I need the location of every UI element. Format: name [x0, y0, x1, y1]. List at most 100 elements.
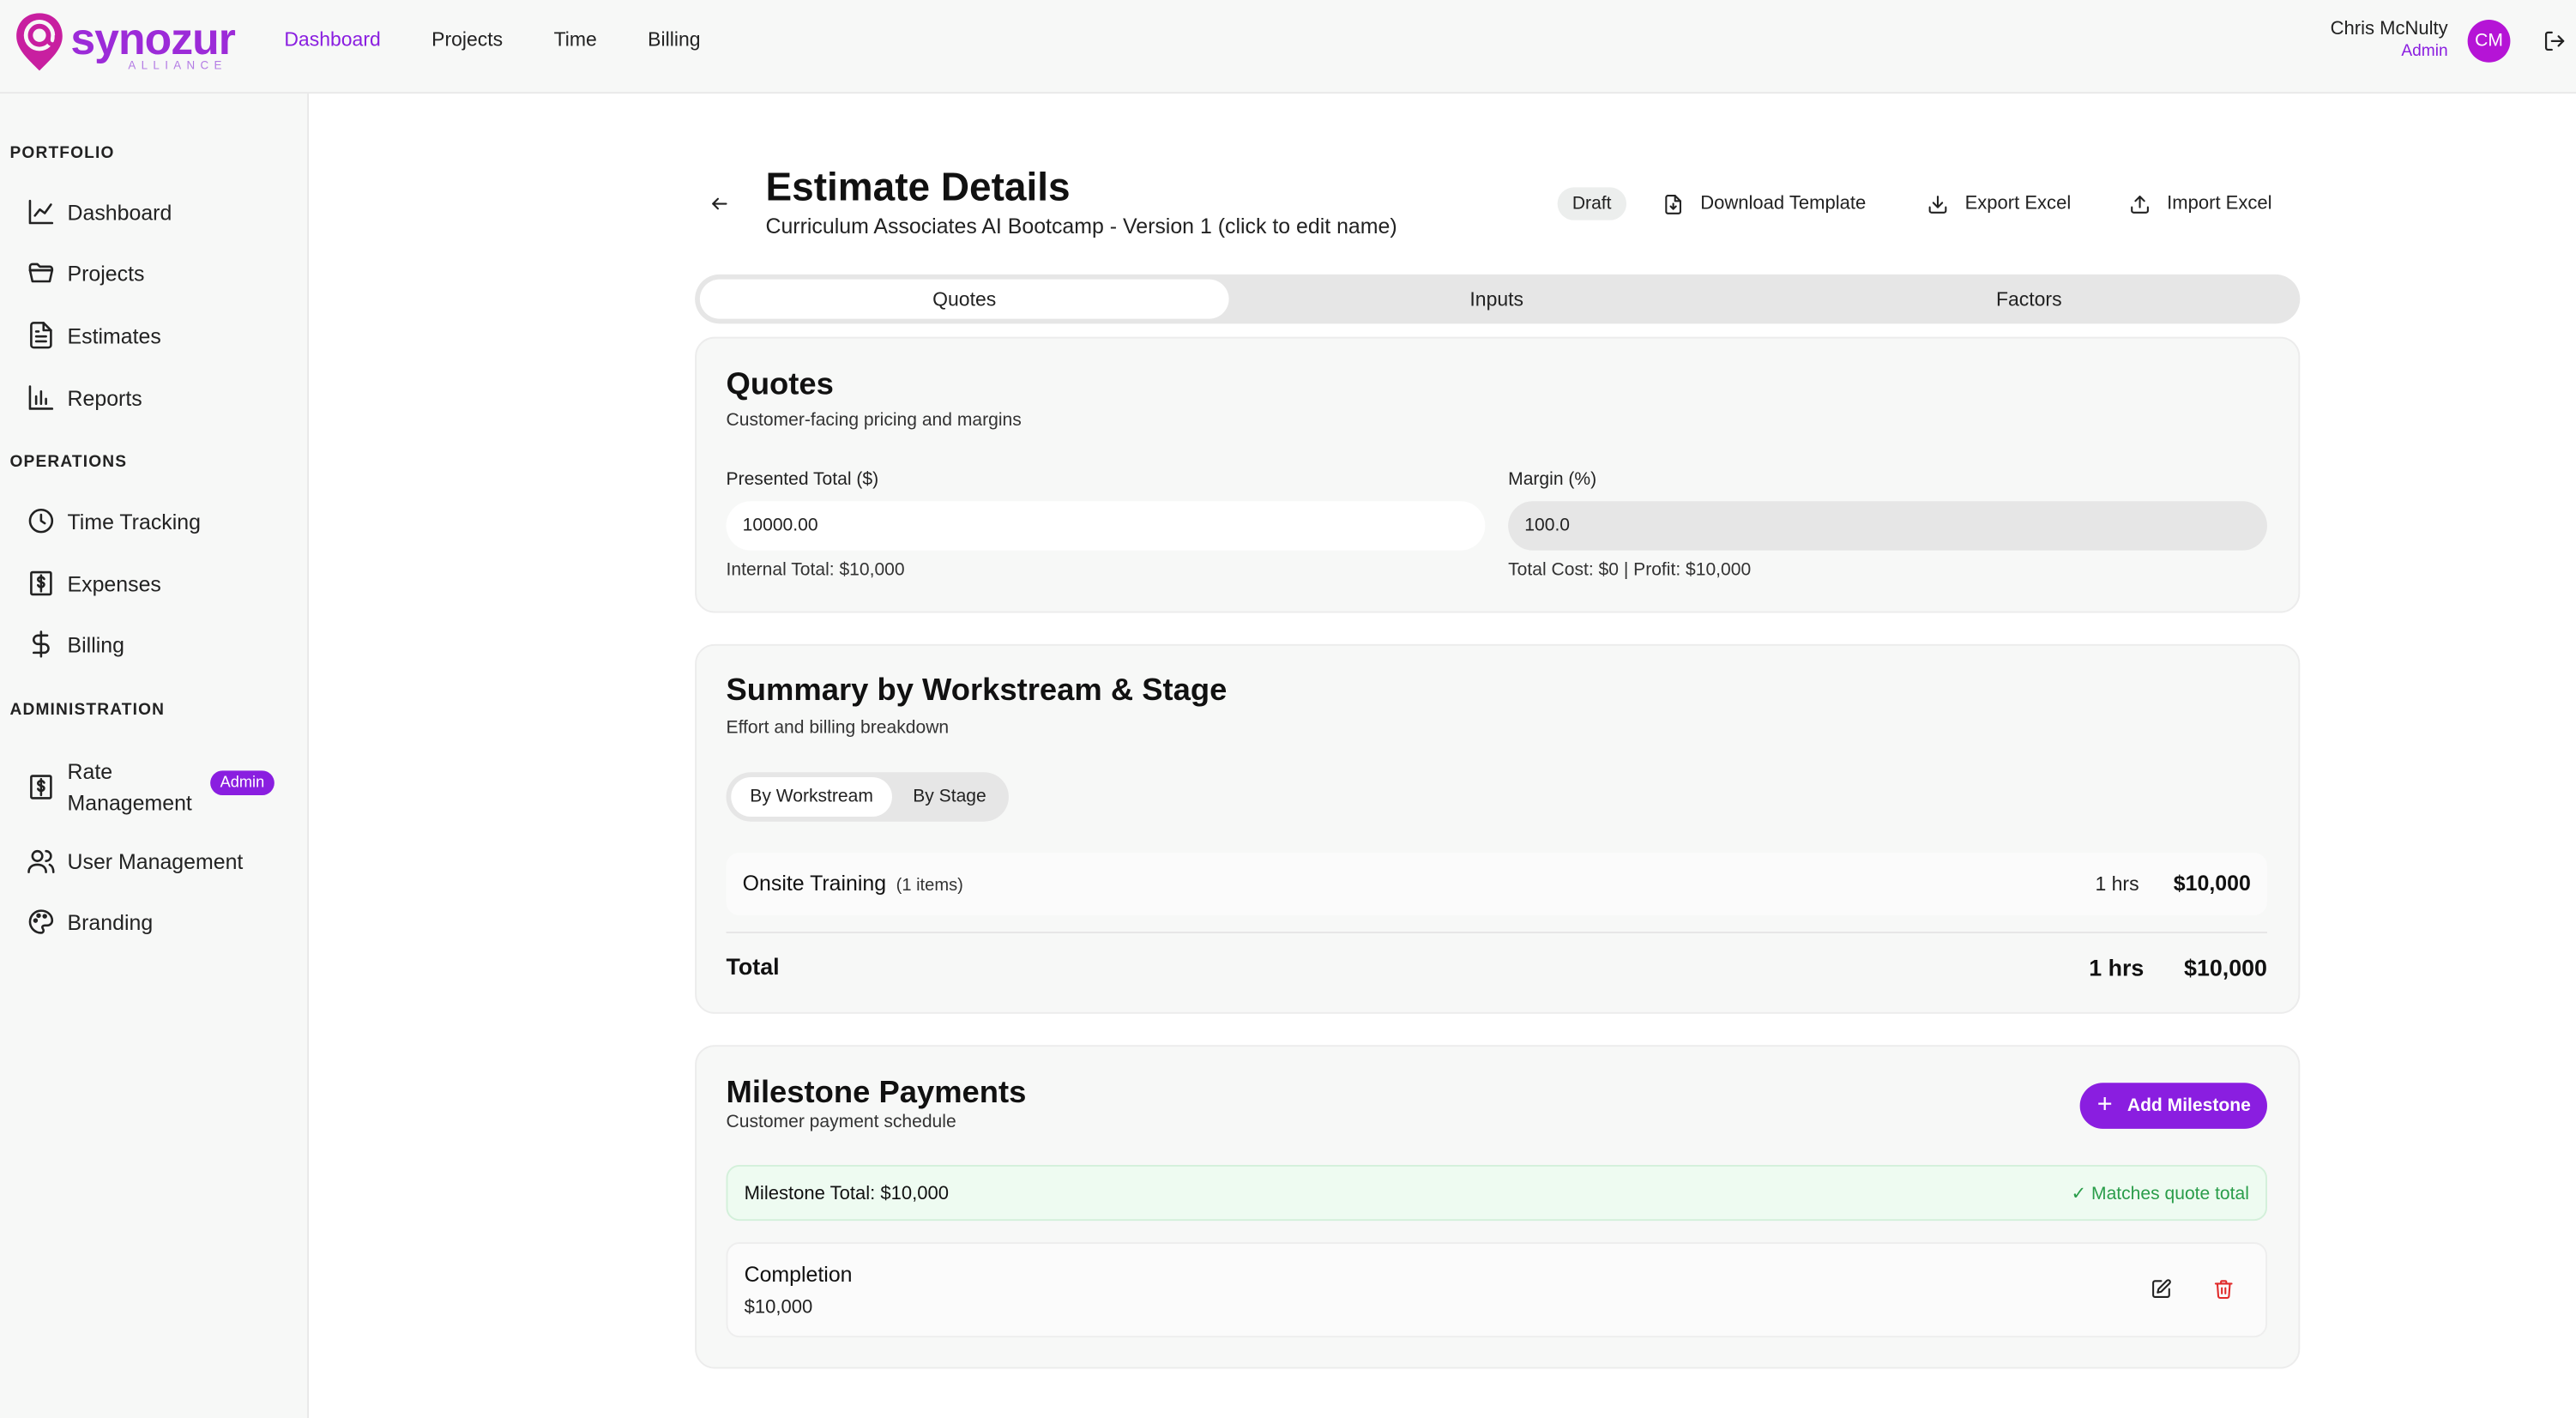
- summary-description: Effort and billing breakdown: [726, 718, 950, 739]
- tab-inputs[interactable]: Inputs: [1232, 280, 1761, 319]
- topnav-time[interactable]: Time: [554, 27, 597, 53]
- export-excel-button[interactable]: Export Excel: [1927, 185, 2072, 221]
- total-label: Total: [726, 952, 780, 980]
- sidebar-item-label: Expenses: [67, 570, 161, 596]
- plus-icon: +: [2096, 1090, 2113, 1119]
- sidebar-section-administration: ADMINISTRATION: [9, 701, 166, 720]
- receipt-dollar-icon: [30, 775, 52, 800]
- sidebar-item-label: Rate Management: [68, 756, 192, 818]
- summary-divider: [726, 932, 2267, 933]
- sidebar-item-label: User Management: [67, 848, 244, 874]
- trash-icon[interactable]: [2213, 1278, 2235, 1300]
- add-milestone-button[interactable]: + Add Milestone: [2080, 1083, 2267, 1129]
- match-status-text: ✓ Matches quote total: [2071, 1185, 2249, 1204]
- sidebar-item-billing[interactable]: Billing: [27, 630, 124, 659]
- admin-badge: Admin: [210, 770, 274, 796]
- sidebar-item-label-line1: Rate: [67, 758, 113, 784]
- sidebar-item-reports[interactable]: Reports: [27, 383, 142, 412]
- sidebar-item-label: Time Tracking: [67, 508, 201, 534]
- milestone-total-banner: Milestone Total: $10,000 ✓ Matches quote…: [726, 1165, 2267, 1222]
- quotes-title: Quotes: [726, 368, 834, 403]
- folder-icon: [28, 262, 54, 283]
- sidebar-item-estimates[interactable]: Estimates: [27, 321, 161, 350]
- dollar-icon: [32, 631, 50, 658]
- sidebar-item-label: Branding: [67, 909, 154, 934]
- bar-chart-icon: [28, 385, 54, 410]
- user-info: Chris McNulty Admin: [2331, 18, 2448, 63]
- sidebar-item-label: Estimates: [67, 323, 161, 348]
- user-name: Chris McNulty: [2330, 19, 2448, 39]
- workstream-name-text: Onsite Training: [742, 871, 887, 896]
- logo-pin-icon: [16, 13, 63, 71]
- sidebar-item-label: Billing: [67, 631, 124, 657]
- palette-icon: [28, 909, 54, 934]
- presented-total-input[interactable]: 10000.00: [726, 501, 1486, 551]
- sidebar-item-dashboard[interactable]: Dashboard: [27, 197, 172, 226]
- upload-icon: [2131, 195, 2149, 213]
- sidebar-item-label: Dashboard: [67, 199, 172, 225]
- sidebar-item-branding[interactable]: Branding: [27, 907, 154, 936]
- import-excel-label: Import Excel: [2167, 194, 2272, 214]
- summary-view-toggle: By Workstream By Stage: [726, 772, 1009, 822]
- receipt-dollar-icon: [30, 570, 52, 596]
- page-title: Estimate Details: [765, 166, 1071, 211]
- logo-wordmark: synozur: [70, 15, 236, 64]
- milestone-name: Completion: [744, 1262, 853, 1287]
- import-excel-button[interactable]: Import Excel: [2129, 185, 2272, 221]
- milestone-amount: $10,000: [744, 1298, 813, 1318]
- sidebar: PORTFOLIO Dashboard Projects Estimates R…: [0, 94, 310, 1418]
- logout-icon[interactable]: [2543, 29, 2567, 52]
- sidebar-item-projects[interactable]: Projects: [27, 258, 145, 287]
- clock-icon: [28, 508, 54, 534]
- internal-total-text: Internal Total: $10,000: [726, 560, 905, 581]
- tab-quotes[interactable]: Quotes: [699, 279, 1229, 319]
- total-hours: 1 hrs: [2089, 954, 2145, 981]
- workstream-item-count: (1 items): [896, 875, 963, 896]
- milestone-total-text: Milestone Total: $10,000: [744, 1185, 949, 1204]
- back-arrow-icon[interactable]: [709, 194, 729, 214]
- chart-line-icon: [28, 199, 54, 225]
- summary-card: Summary by Workstream & Stage Effort and…: [695, 643, 2301, 1014]
- estimate-name[interactable]: Curriculum Associates AI Bootcamp - Vers…: [765, 214, 1397, 240]
- export-excel-label: Export Excel: [1964, 194, 2072, 214]
- summary-title: Summary by Workstream & Stage: [726, 673, 1228, 709]
- milestones-card: Milestone Payments Customer payment sche…: [695, 1045, 2301, 1369]
- workstream-row[interactable]: Onsite Training (1 items) 1 hrs $10,000: [726, 853, 2267, 915]
- download-template-button[interactable]: Download Template: [1662, 185, 1866, 221]
- topnav-dashboard[interactable]: Dashboard: [284, 27, 380, 53]
- logo-tagline: ALLIANCE: [128, 60, 227, 73]
- sidebar-item-user-management[interactable]: User Management: [27, 846, 244, 875]
- by-stage-button[interactable]: By Stage: [896, 777, 1004, 817]
- sidebar-item-label: Projects: [67, 260, 145, 286]
- add-milestone-label: Add Milestone: [2127, 1095, 2251, 1116]
- sidebar-section-portfolio: PORTFOLIO: [9, 144, 115, 163]
- tab-factors[interactable]: Factors: [1765, 280, 2294, 319]
- sidebar-item-time-tracking[interactable]: Time Tracking: [27, 506, 201, 535]
- topnav-billing[interactable]: Billing: [648, 27, 700, 53]
- sidebar-item-label: Reports: [67, 385, 142, 410]
- workstream-name: Onsite Training (1 items): [743, 871, 963, 899]
- avatar[interactable]: CM: [2467, 19, 2511, 63]
- sidebar-section-operations: OPERATIONS: [9, 453, 128, 472]
- top-navigation: Dashboard Projects Time Billing: [284, 27, 751, 53]
- by-workstream-button[interactable]: By Workstream: [731, 776, 892, 817]
- presented-total-label: Presented Total ($): [726, 469, 879, 490]
- app-header: synozur ALLIANCE Dashboard Projects Time…: [0, 0, 2576, 94]
- edit-icon[interactable]: [2151, 1278, 2172, 1300]
- milestones-description: Customer payment schedule: [726, 1112, 956, 1132]
- sidebar-item-expenses[interactable]: Expenses: [27, 569, 161, 598]
- total-amount: $10,000: [2184, 954, 2267, 981]
- margin-input: 100.0: [1508, 501, 2267, 551]
- download-template-label: Download Template: [1700, 194, 1867, 214]
- topnav-projects[interactable]: Projects: [431, 27, 503, 53]
- status-badge: Draft: [1557, 187, 1626, 220]
- margin-label: Margin (%): [1508, 469, 1597, 490]
- document-icon: [30, 322, 52, 349]
- synozur-logo[interactable]: synozur ALLIANCE: [13, 9, 243, 75]
- quotes-card: Quotes Customer-facing pricing and margi…: [695, 336, 2301, 613]
- sidebar-item-rate-management[interactable]: Rate Management: [27, 756, 192, 818]
- tab-bar: Quotes Inputs Factors: [695, 274, 2301, 324]
- milestone-row: Completion $10,000: [726, 1242, 2267, 1338]
- workstream-amount: $10,000: [2173, 871, 2251, 896]
- user-role: Admin: [2401, 42, 2448, 61]
